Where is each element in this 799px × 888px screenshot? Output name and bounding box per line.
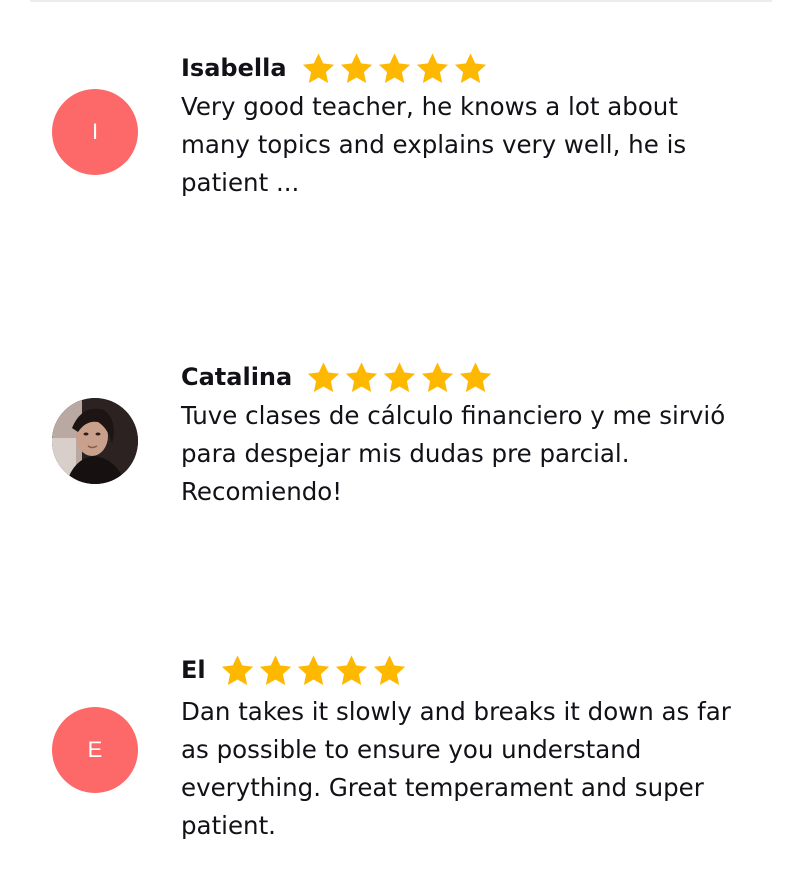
avatar: I — [52, 89, 138, 175]
star-icon — [416, 52, 448, 83]
star-rating — [306, 360, 493, 395]
star-icon — [454, 52, 486, 83]
star-icon — [302, 52, 334, 83]
star-icon — [384, 361, 416, 392]
review-header: El — [181, 650, 407, 690]
star-rating — [301, 51, 488, 86]
reviewer-name: Catalina — [181, 363, 293, 391]
star-icon — [308, 361, 340, 392]
star-icon — [335, 654, 367, 685]
star-icon — [422, 361, 454, 392]
review-header: Catalina — [181, 357, 493, 397]
person-photo-icon — [52, 398, 138, 484]
star-icon — [373, 654, 405, 685]
star-icon — [340, 52, 372, 83]
star-icon — [297, 654, 329, 685]
review-text: Dan takes it slowly and breaks it down a… — [181, 697, 731, 840]
avatar-photo — [52, 398, 138, 484]
star-icon — [259, 654, 291, 685]
review-text: Tuve clases de cálculo financiero y me s… — [181, 401, 726, 506]
avatar-initial: I — [91, 119, 99, 144]
star-icon — [378, 52, 410, 83]
star-icon — [346, 361, 378, 392]
star-icon — [221, 654, 253, 685]
review-text: Very good teacher, he knows a lot about … — [181, 92, 687, 197]
star-rating — [220, 653, 407, 688]
reviewer-name: El — [181, 656, 206, 684]
review-header: Isabella — [181, 48, 488, 88]
star-icon — [460, 361, 492, 392]
avatar: E — [52, 707, 138, 793]
reviewer-name: Isabella — [181, 54, 287, 82]
top-divider — [30, 0, 772, 2]
avatar-initial: E — [87, 737, 103, 762]
